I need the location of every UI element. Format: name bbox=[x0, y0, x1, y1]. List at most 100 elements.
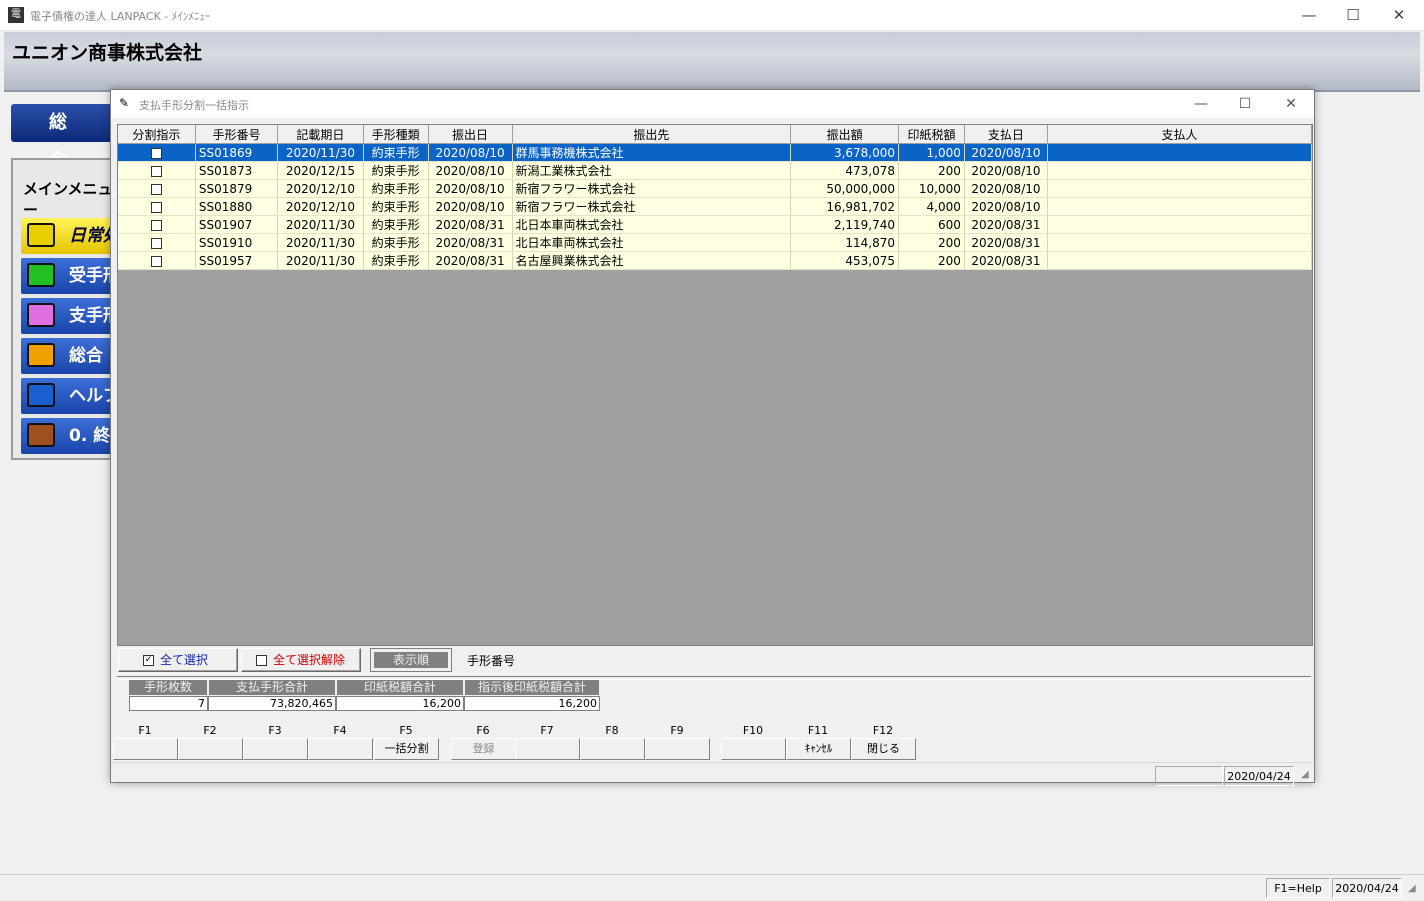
fkey-button-f3[interactable] bbox=[243, 738, 308, 760]
fkey-button-f2[interactable] bbox=[178, 738, 243, 760]
column-header[interactable]: 分割指示 bbox=[118, 125, 196, 144]
column-header[interactable]: 振出額 bbox=[790, 125, 900, 144]
close-button[interactable]: ✕ bbox=[1376, 0, 1422, 30]
dialog-minimize-button[interactable]: — bbox=[1179, 90, 1223, 118]
sort-order-value[interactable]: 手形番号 bbox=[467, 652, 515, 669]
table-row[interactable]: SS01957 2020/11/30 約束手形 2020/08/31 名古屋興業株式会社… bbox=[118, 251, 1312, 270]
resize-grip-icon[interactable]: ◢ bbox=[1301, 769, 1309, 780]
column-header[interactable]: 記載期日 bbox=[277, 125, 364, 144]
dialog-close-button[interactable]: ✕ bbox=[1269, 90, 1313, 118]
fkey-label: F1 bbox=[138, 724, 152, 737]
cell-due: 2020/12/15 bbox=[277, 161, 364, 180]
dialog-date: 2020/04/24 bbox=[1224, 766, 1294, 786]
cell-note: SS01869 bbox=[195, 143, 279, 162]
table-row[interactable]: SS01907 2020/11/30 約束手形 2020/08/31 北日本車両株式会社… bbox=[118, 215, 1312, 234]
summary-label-stamp-after: 指示後印紙税額合計 bbox=[465, 680, 599, 695]
column-header[interactable]: 支払人 bbox=[1047, 125, 1312, 144]
menu-item-2[interactable]: 支手形 bbox=[21, 298, 117, 334]
menu-item-0[interactable]: 日常処理 bbox=[21, 218, 117, 254]
split-checkbox[interactable] bbox=[150, 183, 162, 195]
split-checkbox[interactable] bbox=[150, 237, 162, 249]
system-date: 2020/04/24 bbox=[1332, 878, 1402, 898]
sort-order-label: 表示順 bbox=[374, 652, 448, 668]
split-checkbox-cell[interactable] bbox=[118, 197, 196, 216]
fkey-label: F2 bbox=[203, 724, 217, 737]
column-header[interactable]: 手形種類 bbox=[363, 125, 429, 144]
cell-due: 2020/11/30 bbox=[277, 215, 364, 234]
cell-issue: 2020/08/10 bbox=[428, 161, 513, 180]
cell-stamp: 10,000 bbox=[898, 179, 965, 198]
cell-paydate: 2020/08/31 bbox=[964, 215, 1048, 234]
cell-paydate: 2020/08/10 bbox=[964, 197, 1048, 216]
help-icon bbox=[27, 383, 55, 407]
menu-item-5[interactable]: 0. 終了 bbox=[21, 418, 117, 454]
minimize-button[interactable]: — bbox=[1286, 0, 1332, 30]
column-header[interactable]: 振出先 bbox=[512, 125, 792, 144]
maximize-button[interactable]: ☐ bbox=[1330, 0, 1376, 30]
fkey-label: F12 bbox=[872, 724, 894, 737]
dialog-maximize-button[interactable]: ☐ bbox=[1223, 90, 1267, 118]
summary-panel: 手形枚数 支払手形合計 印紙税額合計 指示後印紙税額合計 7 73,820,46… bbox=[129, 680, 600, 713]
notes-grid[interactable]: 分割指示 手形番号 記載期日 手形種類 振出日 振出先 振出額 印紙税額 支払日 支払人 SS01… bbox=[117, 124, 1313, 646]
fkey-button-f9[interactable] bbox=[645, 738, 710, 760]
fkey-label: F5 bbox=[399, 724, 413, 737]
cell-issue: 2020/08/10 bbox=[428, 143, 513, 162]
fkey-button-f10[interactable] bbox=[721, 738, 786, 760]
tab-sogo[interactable]: 総 合 bbox=[11, 104, 121, 171]
cell-payee: 新宿フラワー株式会社 bbox=[512, 179, 792, 198]
main-resize-grip-icon[interactable]: ◢ bbox=[1408, 883, 1416, 894]
summary-value-stamp: 16,200 bbox=[336, 696, 464, 711]
summary-value-count: 7 bbox=[129, 696, 208, 711]
company-name: ユニオン商事株式会社 bbox=[12, 42, 203, 64]
cell-amount: 3,678,000 bbox=[790, 143, 900, 162]
pen-icon: ✎ bbox=[119, 96, 130, 110]
cell-due: 2020/11/30 bbox=[277, 233, 364, 252]
fkey-button-f7[interactable] bbox=[515, 738, 580, 760]
split-checkbox-cell[interactable] bbox=[118, 179, 196, 198]
menu-item-4[interactable]: ヘルプ bbox=[21, 378, 117, 414]
select-all-button[interactable]: ✓ 全て選択 bbox=[118, 648, 238, 672]
split-checkbox-cell[interactable] bbox=[118, 143, 196, 162]
summary-label-total: 支払手形合計 bbox=[209, 680, 335, 695]
main-titlebar: 電 電子債権の達人 LANPACK - ﾒｲﾝﾒﾆｭｰ — ☐ ✕ bbox=[0, 0, 1424, 31]
cell-amount: 473,078 bbox=[790, 161, 900, 180]
menu-item-1[interactable]: 受手形 bbox=[21, 258, 117, 294]
column-header[interactable]: 支払日 bbox=[964, 125, 1048, 144]
fkey-label: F10 bbox=[742, 724, 764, 737]
split-checkbox[interactable] bbox=[150, 147, 162, 159]
fkey-button-f11[interactable]: ｷｬﾝｾﾙ bbox=[786, 738, 851, 760]
split-checkbox-cell[interactable] bbox=[118, 233, 196, 252]
split-checkbox[interactable] bbox=[150, 219, 162, 231]
fkey-button-f4[interactable] bbox=[308, 738, 373, 760]
table-row[interactable]: SS01873 2020/12/15 約束手形 2020/08/10 新潟工業株式会社 4… bbox=[118, 161, 1312, 180]
split-checkbox-cell[interactable] bbox=[118, 215, 196, 234]
column-header[interactable]: 印紙税額 bbox=[898, 125, 965, 144]
split-checkbox[interactable] bbox=[150, 255, 162, 267]
split-checkbox-cell[interactable] bbox=[118, 161, 196, 180]
menu-item-3[interactable]: 総合 bbox=[21, 338, 117, 374]
fkey-label: F8 bbox=[605, 724, 619, 737]
table-row[interactable]: SS01879 2020/12/10 約束手形 2020/08/10 新宿フラワー株式会… bbox=[118, 179, 1312, 198]
menu-header: メインメニュー bbox=[23, 180, 113, 219]
fkey-button-f5[interactable]: 一括分割 bbox=[374, 738, 439, 760]
table-row[interactable]: SS01910 2020/11/30 約束手形 2020/08/31 北日本車両株式会社… bbox=[118, 233, 1312, 252]
split-checkbox[interactable] bbox=[150, 201, 162, 213]
cell-note: SS01880 bbox=[195, 197, 279, 216]
fkey-button-f1[interactable] bbox=[113, 738, 178, 760]
column-header[interactable]: 振出日 bbox=[428, 125, 513, 144]
table-row[interactable]: SS01869 2020/11/30 約束手形 2020/08/10 群馬事務機株式会社… bbox=[118, 143, 1312, 162]
column-header[interactable]: 手形番号 bbox=[195, 125, 279, 144]
exit-door-icon bbox=[27, 423, 55, 447]
cell-stamp: 1,000 bbox=[898, 143, 965, 162]
split-checkbox[interactable] bbox=[150, 165, 162, 177]
table-row[interactable]: SS01880 2020/12/10 約束手形 2020/08/10 新宿フラワー株式会… bbox=[118, 197, 1312, 216]
main-menu-panel: メインメニュー 日常処理受手形支手形総合ヘルプ 0. 終了 bbox=[11, 158, 121, 460]
fkey-button-f12[interactable]: 閉じる bbox=[851, 738, 916, 760]
fkey-button-f6[interactable]: 登録 bbox=[451, 738, 516, 760]
deselect-all-button[interactable]: 全て選択解除 bbox=[241, 648, 361, 672]
cell-stamp: 600 bbox=[898, 215, 965, 234]
fkey-button-f8[interactable] bbox=[580, 738, 645, 760]
fkey-label: F11 bbox=[807, 724, 829, 737]
split-checkbox-cell[interactable] bbox=[118, 251, 196, 270]
summary-label-count: 手形枚数 bbox=[129, 680, 207, 695]
